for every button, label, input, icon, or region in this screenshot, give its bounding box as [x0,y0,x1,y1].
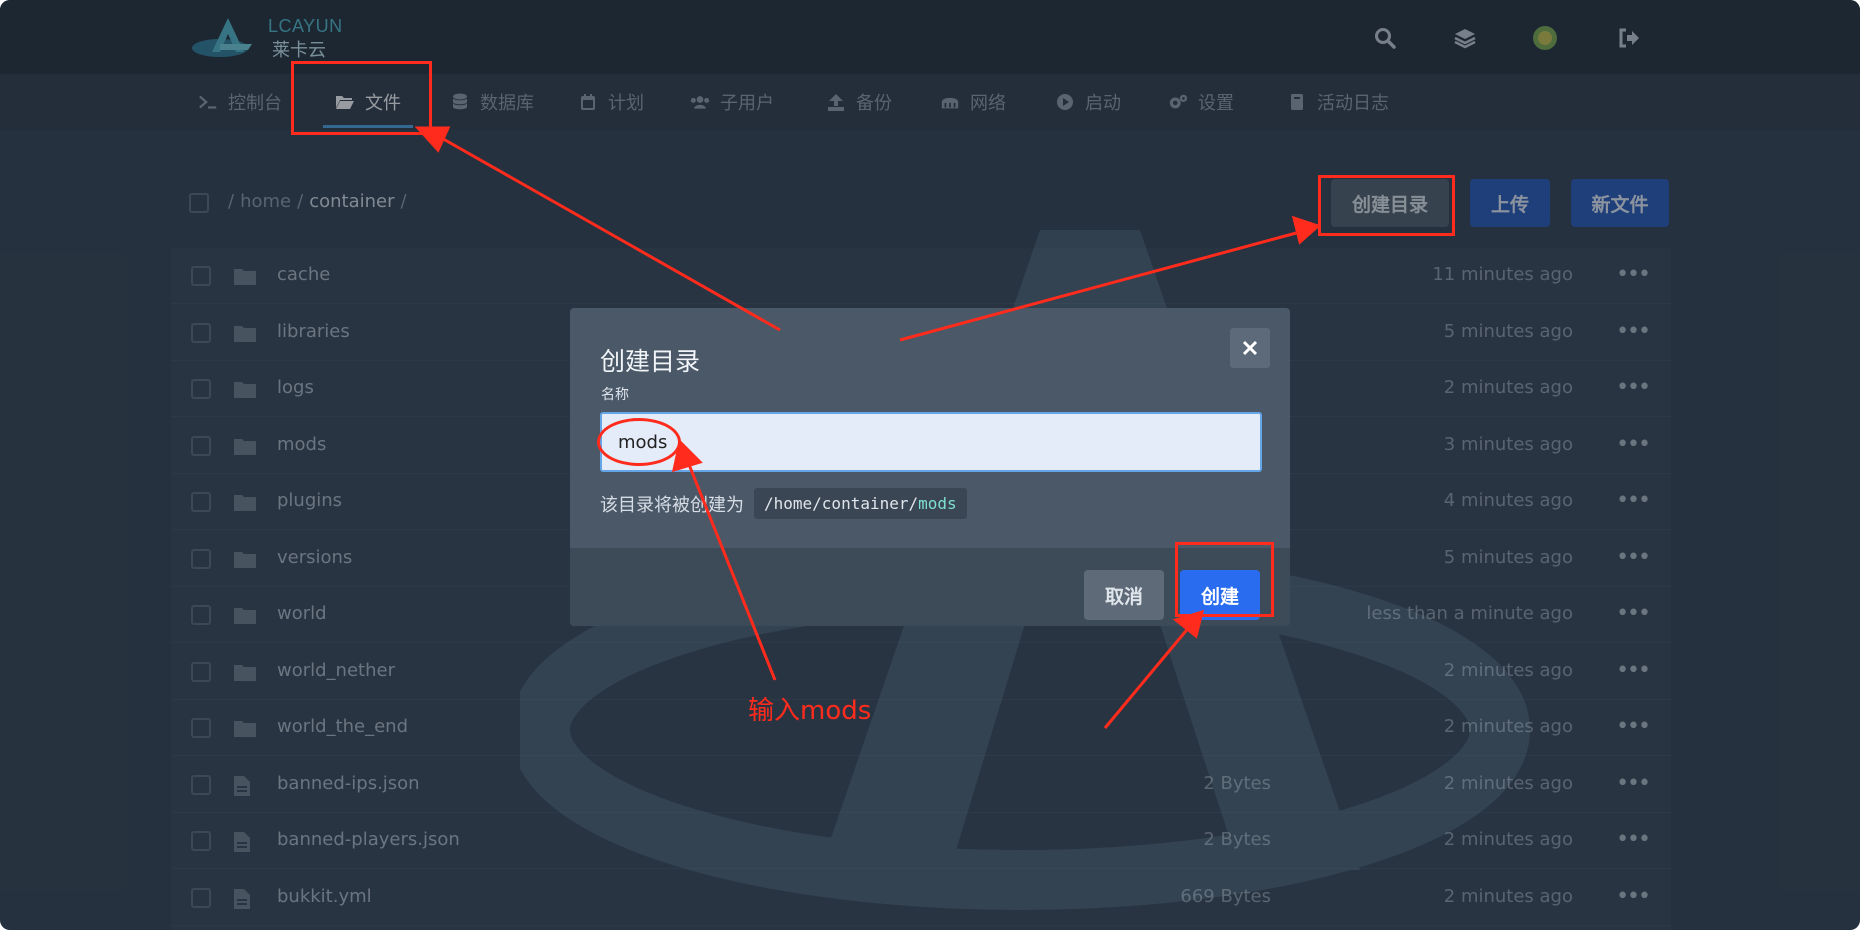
arrowhead-files-tab [414,126,451,153]
arrowhead-create-dir [1291,215,1321,245]
arrow-to-create-button [1103,625,1192,729]
arrow-to-create-dir [899,230,1301,342]
arrow-to-files-tab [437,134,781,332]
annotation-arrows [414,126,1321,729]
annotation-text: 输入mods [748,696,872,726]
arrowhead-input [671,438,703,473]
arrow-to-input [686,461,777,681]
app-window: LCAYUN 莱卡云 控制台 文件 数据库 计划 子用户 备份 网络 启动 设置… [0,0,1860,930]
arrowhead-create-button [1172,609,1205,639]
